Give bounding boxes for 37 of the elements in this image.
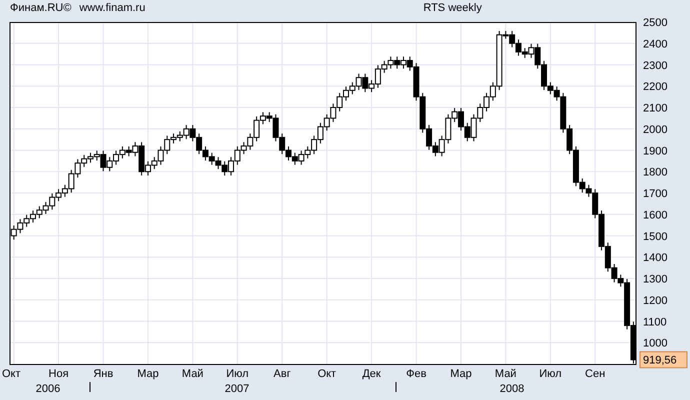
axis-label: 1600 <box>643 209 668 222</box>
year-label: 2006 <box>36 383 60 395</box>
year-label: 2008 <box>500 383 524 395</box>
axis-label: Фев <box>406 368 426 380</box>
axis-label: Июл <box>226 368 249 380</box>
axis-label: 1900 <box>643 145 668 158</box>
axis-label: Окт <box>2 368 21 380</box>
axis-label: Авг <box>274 368 291 380</box>
axis-label: 2300 <box>643 60 668 72</box>
axis-label: Май <box>182 368 204 380</box>
axis-label: 2500 <box>643 17 668 29</box>
axis-label: Окт <box>318 368 336 380</box>
year-label: 2007 <box>224 383 250 395</box>
axis-label: Мар <box>137 368 159 380</box>
price-tag: 919,56 <box>640 351 688 368</box>
axis-label: Сен <box>585 368 606 380</box>
axis-label: 1200 <box>643 294 668 307</box>
axis-label: 2000 <box>643 124 668 136</box>
axis-label: Ноя <box>48 368 69 380</box>
axis-label: Янв <box>93 368 114 380</box>
axis-label: 2400 <box>643 38 668 50</box>
url-label: www.finam.ru <box>79 2 146 14</box>
axis-label: 1500 <box>643 230 668 243</box>
axis-label: 2200 <box>643 81 668 94</box>
chart-title: RTS weekly <box>423 2 482 14</box>
axis-label: 1300 <box>643 274 668 286</box>
axis-label: Дек <box>362 368 381 380</box>
axis-label: 1800 <box>643 166 668 179</box>
axis-label: Июл <box>539 368 562 380</box>
source-label: Финам.RU© <box>10 2 72 14</box>
axis-label: Мар <box>450 368 472 380</box>
axis-label: 1000 <box>643 338 668 350</box>
axis-label: 2100 <box>643 102 668 114</box>
axis-label: 1100 <box>643 316 667 328</box>
axis-label: 1400 <box>643 252 668 264</box>
axis-label: Май <box>494 368 516 380</box>
axis-label: 1700 <box>643 188 668 200</box>
